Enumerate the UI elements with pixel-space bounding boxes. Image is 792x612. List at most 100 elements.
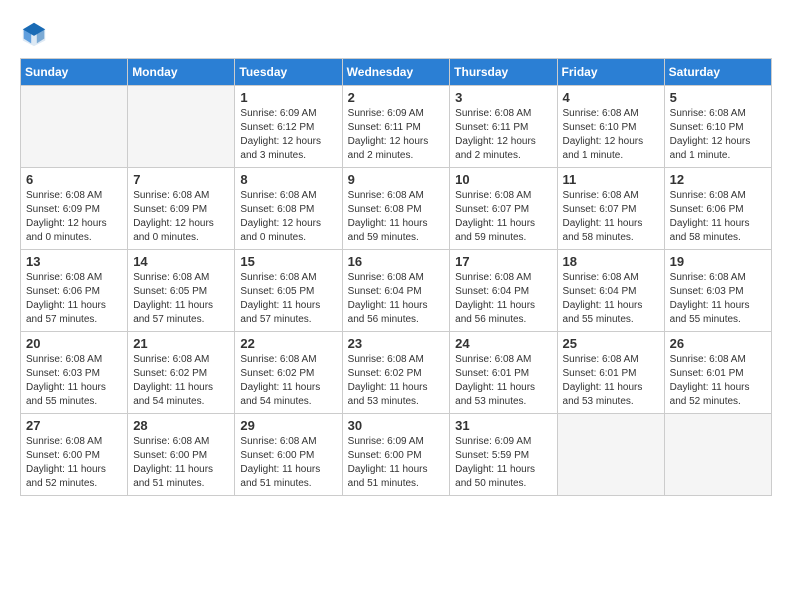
day-number: 5 <box>670 90 766 105</box>
calendar-cell <box>128 86 235 168</box>
day-info: Sunrise: 6:08 AMSunset: 6:07 PMDaylight:… <box>455 189 551 245</box>
day-number: 15 <box>240 254 336 269</box>
day-number: 11 <box>563 172 659 187</box>
day-number: 25 <box>563 336 659 351</box>
calendar-cell: 23 Sunrise: 6:08 AMSunset: 6:02 PMDayligh… <box>342 332 450 414</box>
calendar-week-4: 20 Sunrise: 6:08 AMSunset: 6:03 PMDayligh… <box>21 332 772 414</box>
calendar-cell: 15 Sunrise: 6:08 AMSunset: 6:05 PMDayligh… <box>235 250 342 332</box>
calendar-week-3: 13 Sunrise: 6:08 AMSunset: 6:06 PMDayligh… <box>21 250 772 332</box>
day-info: Sunrise: 6:08 AMSunset: 6:01 PMDaylight:… <box>563 353 659 409</box>
day-info: Sunrise: 6:08 AMSunset: 6:08 PMDaylight:… <box>348 189 445 245</box>
calendar-cell: 13 Sunrise: 6:08 AMSunset: 6:06 PMDayligh… <box>21 250 128 332</box>
day-number: 18 <box>563 254 659 269</box>
day-info: Sunrise: 6:08 AMSunset: 6:00 PMDaylight:… <box>26 435 122 491</box>
calendar-cell: 3 Sunrise: 6:08 AMSunset: 6:11 PMDaylight… <box>450 86 557 168</box>
day-number: 16 <box>348 254 445 269</box>
day-info: Sunrise: 6:08 AMSunset: 6:02 PMDaylight:… <box>348 353 445 409</box>
day-info: Sunrise: 6:08 AMSunset: 6:05 PMDaylight:… <box>240 271 336 327</box>
day-number: 12 <box>670 172 766 187</box>
day-number: 2 <box>348 90 445 105</box>
calendar-cell: 25 Sunrise: 6:08 AMSunset: 6:01 PMDayligh… <box>557 332 664 414</box>
weekday-header-tuesday: Tuesday <box>235 59 342 86</box>
calendar-cell: 28 Sunrise: 6:08 AMSunset: 6:00 PMDayligh… <box>128 414 235 496</box>
calendar-cell: 5 Sunrise: 6:08 AMSunset: 6:10 PMDaylight… <box>664 86 771 168</box>
weekday-header-monday: Monday <box>128 59 235 86</box>
day-number: 6 <box>26 172 122 187</box>
calendar-cell: 11 Sunrise: 6:08 AMSunset: 6:07 PMDayligh… <box>557 168 664 250</box>
day-number: 14 <box>133 254 229 269</box>
calendar-cell: 1 Sunrise: 6:09 AMSunset: 6:12 PMDaylight… <box>235 86 342 168</box>
calendar-cell: 20 Sunrise: 6:08 AMSunset: 6:03 PMDayligh… <box>21 332 128 414</box>
calendar-cell: 22 Sunrise: 6:08 AMSunset: 6:02 PMDayligh… <box>235 332 342 414</box>
day-info: Sunrise: 6:08 AMSunset: 6:09 PMDaylight:… <box>26 189 122 245</box>
calendar-cell: 8 Sunrise: 6:08 AMSunset: 6:08 PMDaylight… <box>235 168 342 250</box>
day-info: Sunrise: 6:08 AMSunset: 6:04 PMDaylight:… <box>455 271 551 327</box>
day-info: Sunrise: 6:08 AMSunset: 6:06 PMDaylight:… <box>670 189 766 245</box>
calendar-cell: 16 Sunrise: 6:08 AMSunset: 6:04 PMDayligh… <box>342 250 450 332</box>
day-number: 20 <box>26 336 122 351</box>
calendar-cell: 14 Sunrise: 6:08 AMSunset: 6:05 PMDayligh… <box>128 250 235 332</box>
calendar-cell: 2 Sunrise: 6:09 AMSunset: 6:11 PMDaylight… <box>342 86 450 168</box>
day-info: Sunrise: 6:08 AMSunset: 6:02 PMDaylight:… <box>133 353 229 409</box>
day-info: Sunrise: 6:08 AMSunset: 6:08 PMDaylight:… <box>240 189 336 245</box>
day-info: Sunrise: 6:08 AMSunset: 6:05 PMDaylight:… <box>133 271 229 327</box>
day-number: 17 <box>455 254 551 269</box>
day-info: Sunrise: 6:08 AMSunset: 6:11 PMDaylight:… <box>455 107 551 163</box>
calendar-cell: 12 Sunrise: 6:08 AMSunset: 6:06 PMDayligh… <box>664 168 771 250</box>
calendar-cell: 9Sunrise: 6:08 AMSunset: 6:08 PMDaylight… <box>342 168 450 250</box>
day-number: 31 <box>455 418 551 433</box>
day-info: Sunrise: 6:08 AMSunset: 6:03 PMDaylight:… <box>26 353 122 409</box>
day-number: 19 <box>670 254 766 269</box>
day-info: Sunrise: 6:09 AMSunset: 6:00 PMDaylight:… <box>348 435 445 491</box>
weekday-header-friday: Friday <box>557 59 664 86</box>
calendar-cell: 30 Sunrise: 6:09 AMSunset: 6:00 PMDayligh… <box>342 414 450 496</box>
calendar-cell: 29 Sunrise: 6:08 AMSunset: 6:00 PMDayligh… <box>235 414 342 496</box>
day-info: Sunrise: 6:08 AMSunset: 6:10 PMDaylight:… <box>670 107 766 163</box>
calendar-cell <box>664 414 771 496</box>
day-number: 13 <box>26 254 122 269</box>
day-info: Sunrise: 6:08 AMSunset: 6:04 PMDaylight:… <box>563 271 659 327</box>
day-number: 28 <box>133 418 229 433</box>
calendar-cell: 21Sunrise: 6:08 AMSunset: 6:02 PMDayligh… <box>128 332 235 414</box>
calendar-week-5: 27 Sunrise: 6:08 AMSunset: 6:00 PMDayligh… <box>21 414 772 496</box>
day-info: Sunrise: 6:09 AMSunset: 6:12 PMDaylight:… <box>240 107 336 163</box>
day-number: 30 <box>348 418 445 433</box>
day-number: 29 <box>240 418 336 433</box>
calendar-cell: 31Sunrise: 6:09 AMSunset: 5:59 PMDayligh… <box>450 414 557 496</box>
day-number: 4 <box>563 90 659 105</box>
day-info: Sunrise: 6:08 AMSunset: 6:00 PMDaylight:… <box>133 435 229 491</box>
calendar-cell: 4 Sunrise: 6:08 AMSunset: 6:10 PMDaylight… <box>557 86 664 168</box>
calendar-cell: 24Sunrise: 6:08 AMSunset: 6:01 PMDayligh… <box>450 332 557 414</box>
calendar-cell: 10Sunrise: 6:08 AMSunset: 6:07 PMDayligh… <box>450 168 557 250</box>
day-info: Sunrise: 6:08 AMSunset: 6:00 PMDaylight:… <box>240 435 336 491</box>
calendar-table: SundayMondayTuesdayWednesdayThursdayFrid… <box>20 58 772 496</box>
weekday-header-thursday: Thursday <box>450 59 557 86</box>
day-info: Sunrise: 6:08 AMSunset: 6:10 PMDaylight:… <box>563 107 659 163</box>
day-number: 22 <box>240 336 336 351</box>
calendar-cell: 26Sunrise: 6:08 AMSunset: 6:01 PMDayligh… <box>664 332 771 414</box>
day-number: 8 <box>240 172 336 187</box>
logo <box>20 20 52 48</box>
day-number: 3 <box>455 90 551 105</box>
day-number: 1 <box>240 90 336 105</box>
day-info: Sunrise: 6:08 AMSunset: 6:06 PMDaylight:… <box>26 271 122 327</box>
day-info: Sunrise: 6:08 AMSunset: 6:02 PMDaylight:… <box>240 353 336 409</box>
day-info: Sunrise: 6:08 AMSunset: 6:07 PMDaylight:… <box>563 189 659 245</box>
day-info: Sunrise: 6:08 AMSunset: 6:04 PMDaylight:… <box>348 271 445 327</box>
weekday-header-sunday: Sunday <box>21 59 128 86</box>
day-info: Sunrise: 6:08 AMSunset: 6:09 PMDaylight:… <box>133 189 229 245</box>
calendar-cell: 18 Sunrise: 6:08 AMSunset: 6:04 PMDayligh… <box>557 250 664 332</box>
day-number: 26 <box>670 336 766 351</box>
calendar-cell: 6 Sunrise: 6:08 AMSunset: 6:09 PMDaylight… <box>21 168 128 250</box>
day-number: 27 <box>26 418 122 433</box>
calendar-cell: 7 Sunrise: 6:08 AMSunset: 6:09 PMDaylight… <box>128 168 235 250</box>
day-info: Sunrise: 6:09 AMSunset: 6:11 PMDaylight:… <box>348 107 445 163</box>
calendar-week-2: 6 Sunrise: 6:08 AMSunset: 6:09 PMDaylight… <box>21 168 772 250</box>
calendar-cell <box>21 86 128 168</box>
calendar-week-1: 1 Sunrise: 6:09 AMSunset: 6:12 PMDaylight… <box>21 86 772 168</box>
day-number: 23 <box>348 336 445 351</box>
calendar-cell <box>557 414 664 496</box>
weekday-header-saturday: Saturday <box>664 59 771 86</box>
day-info: Sunrise: 6:08 AMSunset: 6:01 PMDaylight:… <box>455 353 551 409</box>
day-number: 7 <box>133 172 229 187</box>
